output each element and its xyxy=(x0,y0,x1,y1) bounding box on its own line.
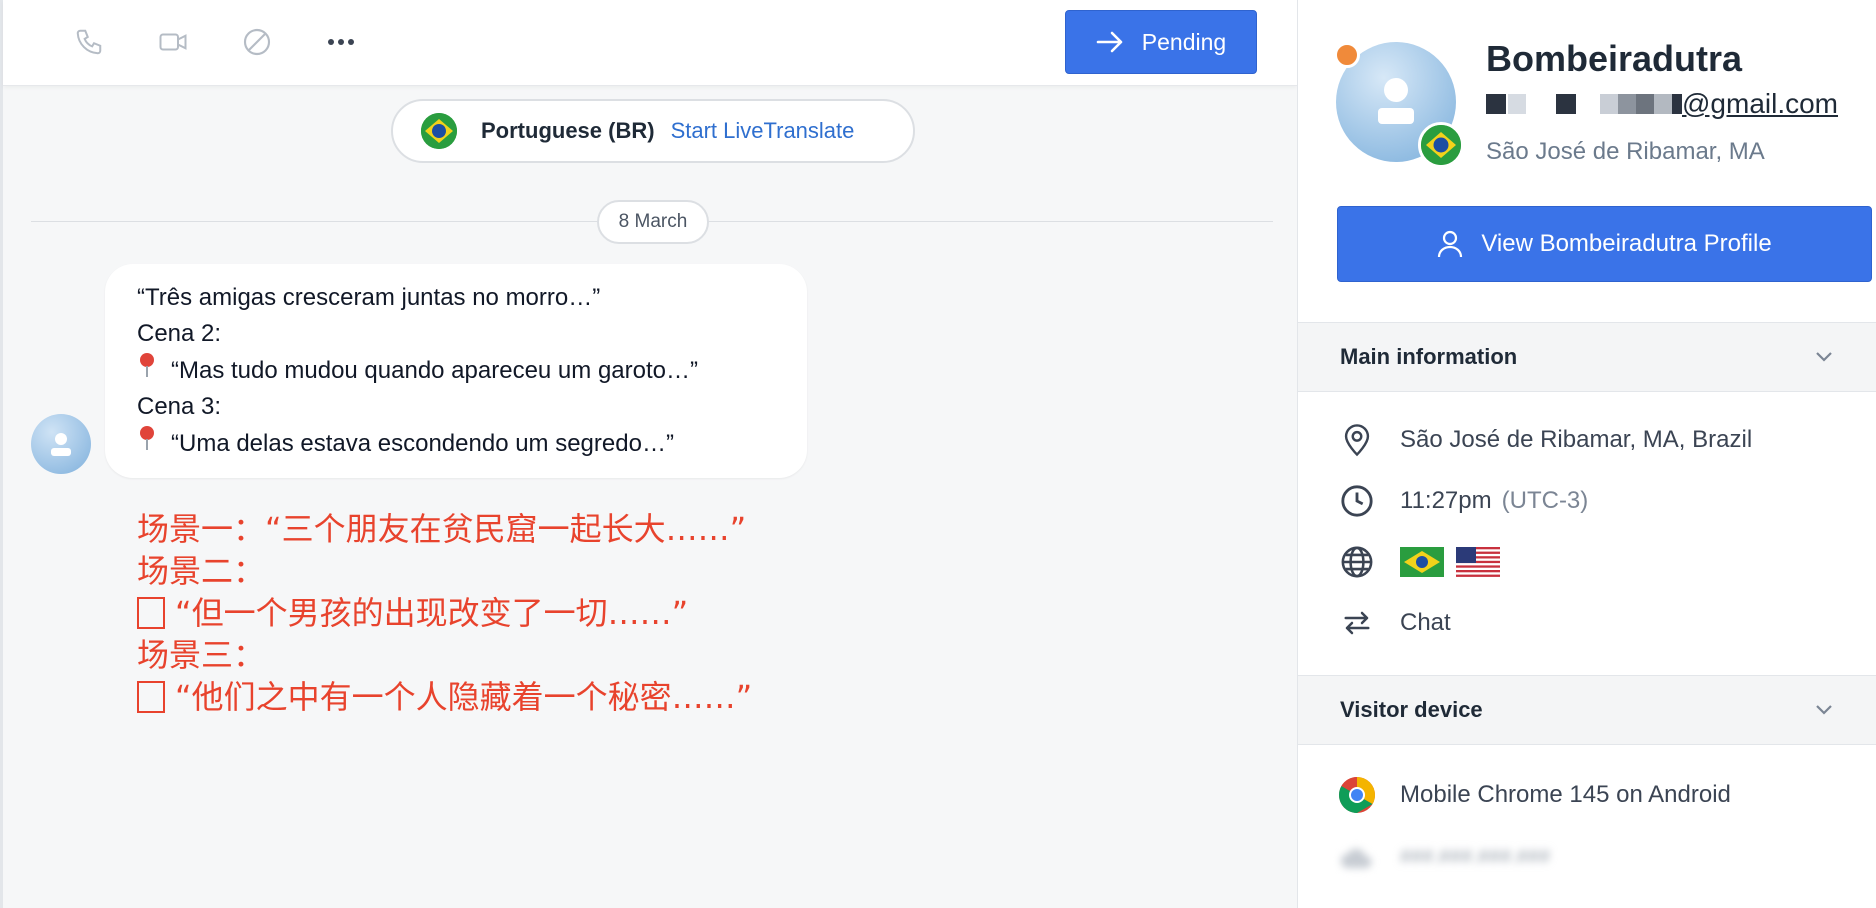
pin-icon xyxy=(137,425,161,462)
browser-text: Mobile Chrome 145 on Android xyxy=(1400,781,1731,808)
message-line: Cena 3: xyxy=(137,393,222,420)
ip-text: ###.###.###.### xyxy=(1400,845,1551,868)
pending-label: Pending xyxy=(1141,28,1227,55)
phone-icon[interactable] xyxy=(69,22,109,62)
brazil-flag-icon xyxy=(1400,547,1444,577)
message-line: “Três amigas cresceram juntas no morro…” xyxy=(137,284,601,311)
local-time-row: 11:27pm (UTC-3) xyxy=(1338,482,1588,520)
chat-area: Pending Portuguese (BR) Start LiveTransl… xyxy=(0,0,1297,908)
status-indicator xyxy=(1334,42,1360,68)
translation-line: 场景三： xyxy=(137,636,266,674)
timezone: (UTC-3) xyxy=(1501,487,1589,514)
block-icon[interactable] xyxy=(237,22,277,62)
redacted-block xyxy=(1672,94,1682,114)
channel-text: Chat xyxy=(1400,609,1451,636)
profile-name: Bombeiradutra xyxy=(1486,38,1743,79)
arrow-right-icon xyxy=(1096,31,1123,53)
redacted-block xyxy=(1556,94,1576,114)
browser-row: Mobile Chrome 145 on Android xyxy=(1338,776,1731,814)
profile-location: São José de Ribamar, MA xyxy=(1486,138,1765,165)
translation-line: “但一个男孩的出现改变了一切……” xyxy=(137,592,752,634)
main-information-header[interactable]: Main information xyxy=(1298,322,1876,392)
email-domain: @gmail.com xyxy=(1682,88,1839,119)
location-pin-icon xyxy=(1338,421,1376,459)
translation-line: “他们之中有一个人隐藏着一个秘密……” xyxy=(137,676,752,718)
missing-glyph-box xyxy=(137,597,165,629)
pending-button[interactable]: Pending xyxy=(1065,10,1257,74)
message-bubble: “Três amigas cresceram juntas no morro…”… xyxy=(105,264,807,478)
message-line: Cena 2: xyxy=(137,320,222,347)
message-line: “Mas tudo mudou quando apareceu um garot… xyxy=(137,352,775,389)
languages-row xyxy=(1338,543,1512,581)
translation-line: 场景二： xyxy=(137,552,266,590)
chevron-down-icon xyxy=(1816,705,1832,715)
transfer-arrows-icon xyxy=(1338,604,1376,642)
section-title: Main information xyxy=(1340,344,1518,369)
redacted-block xyxy=(1508,94,1526,114)
profile-email[interactable]: @gmail.com xyxy=(1486,88,1838,120)
chevron-down-icon xyxy=(1816,352,1832,362)
ip-row: ###.###.###.### xyxy=(1338,838,1550,876)
redacted-block xyxy=(1636,94,1654,114)
section-title: Visitor device xyxy=(1340,697,1483,722)
usa-flag-icon xyxy=(1456,547,1500,577)
location-text: São José de Ribamar, MA, Brazil xyxy=(1400,426,1753,453)
clock-icon xyxy=(1338,482,1376,520)
message-line: “Uma delas estava escondendo um segredo…… xyxy=(137,425,775,462)
video-icon[interactable] xyxy=(153,22,193,62)
redacted-block xyxy=(1654,94,1672,114)
channel-row: Chat xyxy=(1338,604,1451,642)
brazil-flag-icon xyxy=(421,113,457,149)
visitor-device-header[interactable]: Visitor device xyxy=(1298,675,1876,745)
user-icon xyxy=(1438,230,1463,258)
view-profile-label: View Bombeiradutra Profile xyxy=(1481,230,1772,257)
brazil-flag-icon xyxy=(1418,122,1464,168)
more-icon[interactable] xyxy=(321,22,361,62)
location-row: São José de Ribamar, MA, Brazil xyxy=(1338,421,1752,459)
chat-toolbar: Pending xyxy=(3,0,1297,86)
redacted-block xyxy=(1486,94,1506,114)
pin-icon xyxy=(137,352,161,389)
missing-glyph-box xyxy=(137,681,165,713)
language-name: Portuguese (BR) xyxy=(481,118,655,143)
chrome-icon xyxy=(1338,776,1376,814)
start-livetranslate-link[interactable]: Start LiveTranslate xyxy=(671,118,855,144)
view-profile-button[interactable]: View Bombeiradutra Profile xyxy=(1337,206,1872,282)
visitor-avatar xyxy=(31,414,91,474)
translation-line: 场景一：“三个朋友在贫民窟一起长大……” xyxy=(137,510,747,548)
translation-annotation: 场景一：“三个朋友在贫民窟一起长大……” 场景二： “但一个男孩的出现改变了一切… xyxy=(137,508,752,718)
visitor-panel: Bombeiradutra @gmail.com São José de Rib… xyxy=(1297,0,1876,908)
language-pill: Portuguese (BR) Start LiveTranslate xyxy=(391,99,915,163)
cloud-icon xyxy=(1338,838,1376,876)
local-time: 11:27pm xyxy=(1400,487,1492,514)
redacted-block xyxy=(1618,94,1636,114)
globe-icon xyxy=(1338,543,1376,581)
redacted-block xyxy=(1600,94,1618,114)
date-divider: 8 March xyxy=(597,200,709,244)
